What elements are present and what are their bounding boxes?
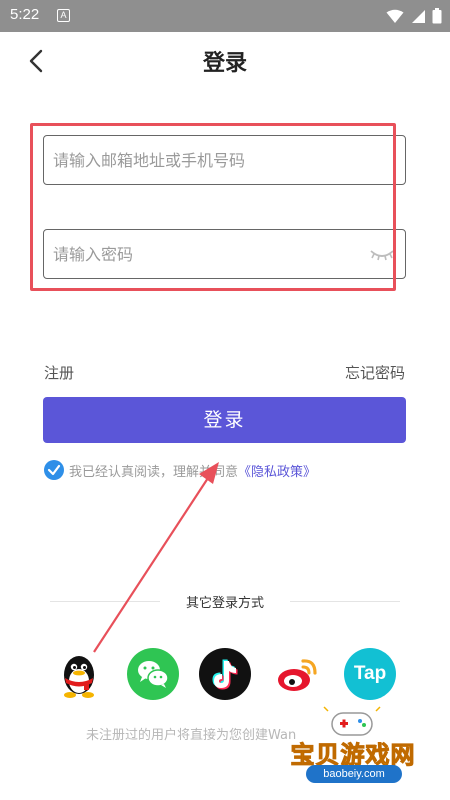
- check-icon: [47, 464, 61, 476]
- footer-note: 未注册过的用户将直接为您创建Wan: [86, 728, 297, 743]
- login-button[interactable]: 登录: [43, 397, 406, 443]
- wechat-login-button[interactable]: [127, 648, 179, 700]
- page-title: 登录: [202, 51, 247, 76]
- forgot-password-link[interactable]: 忘记密码: [345, 362, 405, 383]
- tiktok-icon: [212, 659, 238, 690]
- taptap-login-button[interactable]: Tap: [344, 648, 396, 700]
- gamepad-icon: [323, 706, 381, 736]
- other-login-title: 其它登录方式: [185, 596, 264, 611]
- qq-login-button[interactable]: [53, 648, 105, 700]
- agreement-checkbox[interactable]: [44, 460, 64, 480]
- taptap-icon: Tap: [353, 663, 387, 684]
- agreement-row: 我已经认真阅读，理解并同意 《隐私政策》: [44, 458, 316, 482]
- weibo-login-button[interactable]: [272, 648, 324, 700]
- signal-icon: [412, 9, 425, 23]
- watermark-logo: 宝贝游戏网 baobeiy.com: [278, 705, 448, 798]
- weibo-icon: [278, 659, 317, 691]
- nav-header: 登录: [0, 32, 450, 90]
- tiktok-login-button[interactable]: [199, 648, 251, 700]
- qq-icon: [64, 656, 94, 698]
- wechat-icon: [138, 661, 169, 688]
- annotation-highlight-box: [30, 123, 396, 291]
- agreement-text: 我已经认真阅读，理解并同意: [69, 464, 239, 480]
- status-icons: [386, 8, 442, 24]
- wifi-icon: [386, 9, 404, 23]
- status-bar: 5:22 A: [0, 0, 450, 32]
- notification-icon: A: [57, 9, 70, 22]
- watermark-url: baobeiy.com: [306, 765, 402, 783]
- battery-icon: [432, 8, 442, 24]
- privacy-policy-link[interactable]: 《隐私政策》: [238, 461, 316, 480]
- status-time: 5:22: [10, 6, 40, 23]
- register-link[interactable]: 注册: [44, 362, 74, 383]
